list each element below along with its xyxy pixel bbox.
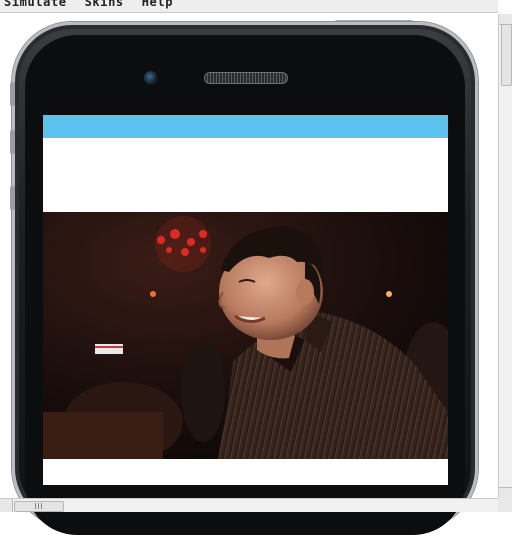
vertical-scrollbar[interactable] xyxy=(498,14,512,498)
menu-help[interactable]: Help xyxy=(142,0,173,9)
person-photo-image xyxy=(43,212,448,459)
scrollbar-corner xyxy=(498,498,512,512)
earpiece-speaker-icon xyxy=(204,72,288,84)
volume-down-button[interactable] xyxy=(10,186,15,210)
screen-header-bar xyxy=(43,115,448,138)
horizontal-scroll-thumb[interactable] xyxy=(14,501,64,512)
camera-lens-icon xyxy=(144,71,158,85)
menu-skins[interactable]: Skins xyxy=(85,0,124,9)
volume-up-button[interactable] xyxy=(10,130,15,154)
device-screen[interactable] xyxy=(43,115,448,485)
menu-simulate[interactable]: Simulate xyxy=(4,0,67,9)
menu-bar: Simulate Skins Help xyxy=(0,0,498,13)
vertical-scroll-thumb[interactable] xyxy=(501,24,512,86)
scroll-down-button[interactable] xyxy=(499,487,512,498)
mute-switch[interactable] xyxy=(10,82,15,106)
person-photo[interactable] xyxy=(43,212,448,459)
scroll-left-button[interactable] xyxy=(0,499,13,512)
scroll-grip-icon xyxy=(35,503,43,509)
screen-footer-area xyxy=(43,459,448,485)
screen-content-area xyxy=(43,138,448,212)
horizontal-scrollbar[interactable] xyxy=(0,498,498,512)
